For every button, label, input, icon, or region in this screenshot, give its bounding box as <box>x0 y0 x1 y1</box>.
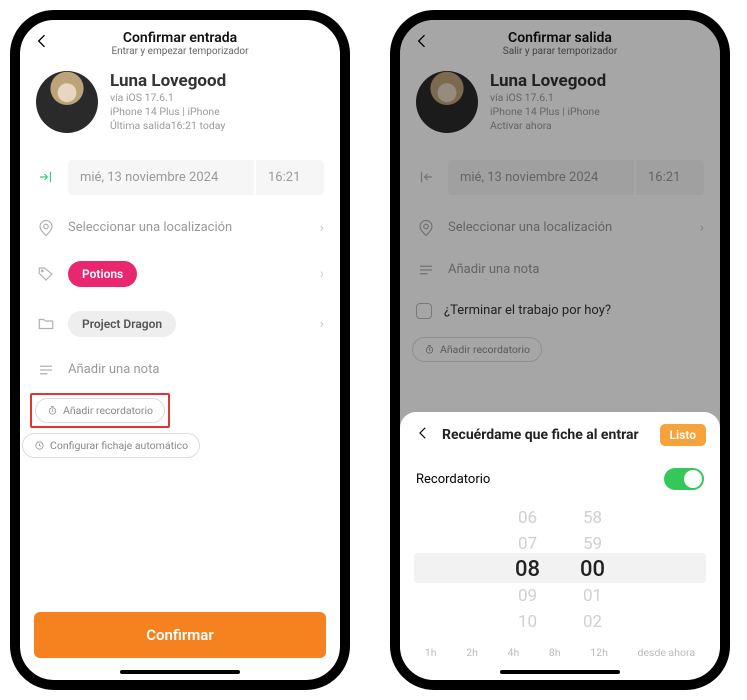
finish-row[interactable]: ¿Terminar el trabajo por hoy? <box>400 291 720 331</box>
confirm-button[interactable]: Confirmar <box>34 612 326 658</box>
location-row[interactable]: Seleccionar una localización › <box>20 207 340 249</box>
preset-option[interactable]: 1h <box>425 646 437 659</box>
time-picker[interactable]: 06 07 08 09 10 58 59 00 01 02 <box>400 500 720 636</box>
note-icon <box>416 261 436 279</box>
avatar <box>416 71 478 133</box>
hour-column[interactable]: 06 07 08 09 10 <box>515 506 540 634</box>
header-subtitle: Salir y parar temporizador <box>436 46 684 57</box>
note-row[interactable]: Añadir una nota <box>400 249 720 291</box>
reminder-sheet: Recuérdame que fiche al entrar Listo Rec… <box>400 412 720 680</box>
auto-clock-chip[interactable]: Configurar fichaje automático <box>22 433 200 458</box>
project-row[interactable]: Project Dragon › <box>20 299 340 349</box>
chip-label: Añadir recordatorio <box>440 343 530 356</box>
tag-icon <box>36 265 56 283</box>
sheet-title: Recuérdame que fiche al entrar <box>442 427 650 443</box>
chevron-right-icon: › <box>320 316 324 332</box>
profile-meta: iPhone 14 Plus | iPhone <box>110 105 226 119</box>
back-button[interactable] <box>412 31 436 56</box>
add-reminder-chip[interactable]: Añadir recordatorio <box>412 337 542 362</box>
preset-option[interactable]: 4h <box>508 646 520 659</box>
minute-column[interactable]: 58 59 00 01 02 <box>580 506 605 634</box>
profile-meta: Activar ahora <box>490 119 606 133</box>
header-title: Confirmar entrada <box>56 30 304 46</box>
location-row[interactable]: Seleccionar una localización › <box>400 207 720 249</box>
phone-left: Confirmar entrada Entrar y empezar tempo… <box>10 10 350 690</box>
datetime-row[interactable]: mié, 13 noviembre 2024 16:21 <box>400 148 720 207</box>
profile-meta: vía iOS 17.6.1 <box>110 91 226 105</box>
finish-checkbox[interactable] <box>416 303 432 319</box>
time-field[interactable]: 16:21 <box>254 160 324 195</box>
date-field[interactable]: mié, 13 noviembre 2024 <box>68 160 254 195</box>
date-field[interactable]: mié, 13 noviembre 2024 <box>448 160 634 195</box>
profile: Luna Lovegood vía iOS 17.6.1 iPhone 14 P… <box>20 63 340 148</box>
profile-name: Luna Lovegood <box>110 71 226 91</box>
chevron-right-icon: › <box>700 220 704 236</box>
project-pill[interactable]: Project Dragon <box>68 311 176 337</box>
logout-arrow-icon <box>416 168 436 186</box>
profile-meta: iPhone 14 Plus | iPhone <box>490 105 606 119</box>
location-icon <box>36 219 56 237</box>
header-subtitle: Entrar y empezar temporizador <box>56 46 304 57</box>
header: Confirmar salida Salir y parar temporiza… <box>400 20 720 63</box>
folder-icon <box>36 315 56 333</box>
chip-label: Añadir recordatorio <box>63 404 153 417</box>
location-placeholder: Seleccionar una localización <box>448 220 688 235</box>
location-placeholder: Seleccionar una localización <box>68 220 308 235</box>
finish-label: ¿Terminar el trabajo por hoy? <box>444 303 704 318</box>
sheet-back-button[interactable] <box>414 424 432 446</box>
home-indicator <box>120 670 240 674</box>
location-icon <box>416 219 436 237</box>
chevron-right-icon: › <box>320 266 324 282</box>
header-title: Confirmar salida <box>436 30 684 46</box>
tag-row[interactable]: Potions › <box>20 249 340 299</box>
note-icon <box>36 361 56 379</box>
preset-option[interactable]: 2h <box>466 646 478 659</box>
back-button[interactable] <box>32 31 56 56</box>
time-field[interactable]: 16:21 <box>634 160 704 195</box>
avatar <box>36 71 98 133</box>
note-placeholder: Añadir una nota <box>448 262 704 277</box>
preset-option[interactable]: desde ahora <box>638 646 696 659</box>
preset-option[interactable]: 8h <box>549 646 561 659</box>
chip-label: Configurar fichaje automático <box>50 439 188 452</box>
login-arrow-icon <box>36 168 56 186</box>
done-button[interactable]: Listo <box>660 424 706 446</box>
profile-meta: Última salida16:21 today <box>110 119 226 133</box>
profile-name: Luna Lovegood <box>490 71 606 91</box>
profile: Luna Lovegood vía iOS 17.6.1 iPhone 14 P… <box>400 63 720 148</box>
note-row[interactable]: Añadir una nota <box>20 349 340 391</box>
reminder-toggle[interactable] <box>664 468 704 490</box>
preset-option[interactable]: 12h <box>590 646 608 659</box>
highlight-box: Añadir recordatorio <box>30 393 170 428</box>
chevron-right-icon: › <box>320 220 324 236</box>
home-indicator <box>500 670 620 674</box>
header: Confirmar entrada Entrar y empezar tempo… <box>20 20 340 63</box>
datetime-row[interactable]: mié, 13 noviembre 2024 16:21 <box>20 148 340 207</box>
tag-pill[interactable]: Potions <box>68 261 137 287</box>
profile-meta: vía iOS 17.6.1 <box>490 91 606 105</box>
toggle-label: Recordatorio <box>416 472 490 487</box>
note-placeholder: Añadir una nota <box>68 362 324 377</box>
phone-right: Confirmar salida Salir y parar temporiza… <box>390 10 730 690</box>
add-reminder-chip[interactable]: Añadir recordatorio <box>35 398 165 423</box>
